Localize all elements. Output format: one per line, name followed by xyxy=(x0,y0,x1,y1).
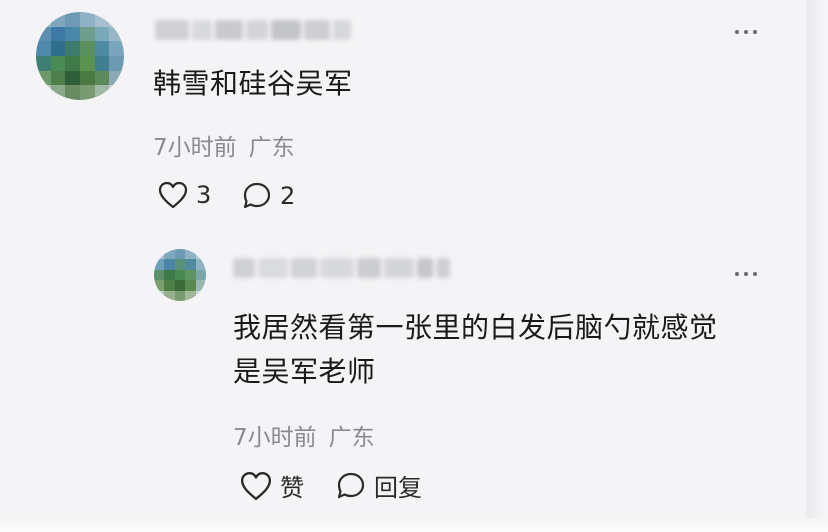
screen-edge xyxy=(806,0,828,532)
avatar-pixel xyxy=(50,85,66,100)
avatar-pixel xyxy=(80,56,95,71)
speech-bubble-icon xyxy=(243,182,271,209)
avatar-pixel xyxy=(195,259,206,270)
avatar-pixel xyxy=(195,249,206,260)
avatar-pixel xyxy=(185,290,196,301)
avatar-pixel xyxy=(195,269,206,281)
avatar-pixel xyxy=(164,280,175,291)
avatar-pixel xyxy=(80,70,95,86)
more-icon[interactable] xyxy=(735,30,757,34)
avatar-pixel xyxy=(94,85,110,100)
reply-avatar[interactable] xyxy=(154,249,206,301)
avatar-pixel xyxy=(154,269,165,281)
avatar-pixel xyxy=(36,70,51,86)
avatar-pixel xyxy=(164,259,175,270)
like-label: 赞 xyxy=(280,474,304,502)
reply-text-line2: 是吴军老师 xyxy=(233,355,376,388)
comment-location: 广东 xyxy=(248,135,295,161)
avatar-pixel xyxy=(50,26,66,42)
comment-meta: 7小时前 广东 xyxy=(153,128,295,162)
avatar-pixel xyxy=(109,41,124,56)
avatar-pixel xyxy=(154,249,165,260)
reply-like-button[interactable]: 赞 xyxy=(240,468,304,503)
avatar-pixel xyxy=(195,280,206,291)
reply-text: 我居然看第一张里的白发后脑勺就感觉 是吴军老师 xyxy=(233,306,793,394)
avatar-pixel xyxy=(164,290,175,301)
avatar-pixel xyxy=(65,70,80,86)
avatar-pixel xyxy=(94,26,110,42)
avatar[interactable] xyxy=(36,12,124,100)
comment-text: 韩雪和硅谷吴军 xyxy=(153,67,353,100)
reply-meta: 7小时前 广东 xyxy=(233,418,375,452)
reply-count: 2 xyxy=(280,182,296,210)
avatar-pixel xyxy=(164,269,175,281)
avatar-pixel xyxy=(174,249,186,260)
heart-outline-icon xyxy=(158,181,188,209)
avatar-pixel xyxy=(94,41,110,56)
avatar-pixel xyxy=(36,41,51,56)
avatar-pixel xyxy=(154,290,165,301)
avatar-pixel xyxy=(164,249,175,260)
avatar-pixel xyxy=(174,280,186,291)
comment-thread: 韩雪和硅谷吴军 7小时前 广东 3 2 我居然看第一张里的白发后脑勺就感觉 是吴… xyxy=(0,0,828,532)
avatar-pixel xyxy=(50,70,66,86)
avatar-pixel xyxy=(94,56,110,71)
avatar-pixel xyxy=(36,12,51,27)
avatar-pixel xyxy=(195,290,206,301)
avatar-pixel xyxy=(174,259,186,270)
avatar-pixel xyxy=(36,26,51,42)
reply-button[interactable]: 回复 xyxy=(336,468,422,503)
avatar-pixel xyxy=(50,56,66,71)
avatar-pixel xyxy=(109,70,124,86)
avatar-pixel xyxy=(50,41,66,56)
avatar-pixel xyxy=(80,26,95,42)
avatar-pixel xyxy=(109,56,124,71)
avatar-pixel xyxy=(80,85,95,100)
avatar-pixel xyxy=(109,85,124,100)
reply-time: 7小时前 xyxy=(233,425,317,451)
avatar-pixel xyxy=(65,85,80,100)
avatar-pixel xyxy=(109,12,124,27)
avatar-pixel xyxy=(185,269,196,281)
avatar-pixel xyxy=(94,70,110,86)
avatar-pixel xyxy=(36,85,51,100)
avatar-pixel xyxy=(36,56,51,71)
avatar-pixel xyxy=(174,290,186,301)
avatar-pixel xyxy=(94,12,110,27)
avatar-pixel xyxy=(80,12,95,27)
avatar-pixel xyxy=(154,280,165,291)
comment-time: 7小时前 xyxy=(153,135,237,161)
like-count: 3 xyxy=(196,181,212,209)
avatar-pixel xyxy=(109,26,124,42)
like-button[interactable]: 3 xyxy=(158,181,211,209)
avatar-pixel xyxy=(65,41,80,56)
avatar-pixel xyxy=(154,259,165,270)
avatar-pixel xyxy=(80,41,95,56)
avatar-pixel xyxy=(65,26,80,42)
avatar-pixel xyxy=(185,259,196,270)
reply-location: 广东 xyxy=(328,425,375,451)
avatar-pixel xyxy=(174,269,186,281)
reply-count-button[interactable]: 2 xyxy=(242,181,295,211)
avatar-pixel xyxy=(185,280,196,291)
heart-outline-icon xyxy=(240,471,272,500)
reply-text-line1: 我居然看第一张里的白发后脑勺就感觉 xyxy=(233,311,718,344)
avatar-pixel xyxy=(65,12,80,27)
reply-username-obscured[interactable] xyxy=(233,258,450,278)
reply-label: 回复 xyxy=(374,474,422,502)
avatar-pixel xyxy=(65,56,80,71)
reply-more-icon[interactable] xyxy=(735,272,757,276)
speech-bubble-icon xyxy=(337,472,365,498)
screen-edge-bottom xyxy=(0,518,828,532)
avatar-pixel xyxy=(185,249,196,260)
avatar-pixel xyxy=(50,12,66,27)
username-obscured[interactable] xyxy=(155,20,351,40)
